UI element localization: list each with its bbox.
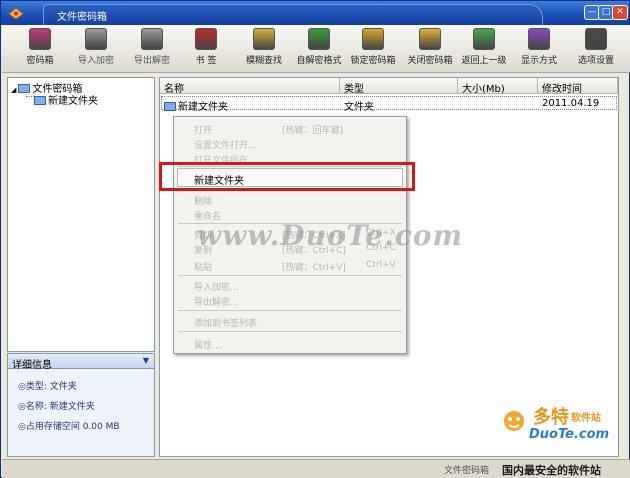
- toolbar-button-label: 密码箱: [26, 56, 54, 66]
- import-encrypt-icon: [85, 28, 107, 50]
- menu-item-hotkey: [热键：回车键]: [282, 126, 344, 136]
- title-tab: [43, 4, 543, 25]
- logo-cn: 多特: [533, 407, 569, 428]
- status-left: 文件密码箱: [444, 466, 490, 476]
- menu-item-shortcut: Ctrl+V: [366, 260, 396, 270]
- tree-connector: [26, 88, 34, 97]
- toolbar-button-label: 导入加密: [77, 56, 114, 66]
- toolbar-button-3[interactable]: 书 签: [184, 28, 228, 70]
- menu-item-1[interactable]: 设置文件打开…: [194, 138, 257, 151]
- toolbar-button-label: 关闭密码箱: [407, 56, 453, 66]
- title-bar: 文件密码箱 — □ ✕: [1, 1, 629, 25]
- menu-item-label: 导出解密…: [194, 298, 240, 308]
- column-header-type[interactable]: 类型: [340, 78, 458, 95]
- export-decrypt-icon: [141, 28, 163, 50]
- menu-item-label: 粘贴: [194, 263, 213, 273]
- toolbar-button-label: 锁定密码箱: [350, 56, 396, 66]
- toolbar-button-2[interactable]: 导出解密: [126, 28, 178, 70]
- toolbar-button-label: 自解密格式: [296, 56, 342, 66]
- bookmark-icon: [195, 28, 217, 50]
- column-header-modified[interactable]: 修改时间: [538, 78, 618, 95]
- detail-space: ◎占用存储空间 0.00 MB: [18, 422, 120, 432]
- menu-item-label: 打开: [194, 126, 213, 136]
- toolbar-button-label: 导出解密: [133, 56, 170, 66]
- menu-item-10[interactable]: 导出解密…: [194, 295, 239, 308]
- toolbar-button-10[interactable]: 选项设置: [570, 28, 622, 70]
- menu-item-4[interactable]: 删除: [194, 194, 212, 207]
- view-mode-icon: [528, 28, 550, 50]
- app-window: 文件密码箱 — □ ✕ 密码箱 导入加密 导出解密 书 签 模糊查找 自解密格式 锁定密码箱…: [0, 0, 630, 478]
- detail-type: ◎类型: 文件夹: [18, 382, 77, 392]
- menu-item-0[interactable]: 打开 [热键：回车键]: [194, 123, 343, 136]
- menu-separator: [178, 275, 402, 276]
- toolbar-button-8[interactable]: 返回上一级: [458, 28, 510, 70]
- menu-item-label: 添加到书签列表: [194, 319, 258, 329]
- logo-en: DuoTe.com: [529, 427, 610, 442]
- row-name-cell: 新建文件夹: [164, 98, 228, 113]
- details-header[interactable]: 详细信息 ▼: [7, 353, 155, 371]
- folder-icon: [164, 102, 176, 111]
- toolbar-button-0[interactable]: 密码箱: [14, 28, 66, 70]
- tree-child-label: 新建文件夹: [48, 96, 98, 107]
- search-icon: [253, 28, 275, 50]
- close-button[interactable]: ✕: [612, 5, 628, 20]
- duote-mascot-icon: [502, 409, 526, 433]
- menu-separator: [178, 310, 402, 311]
- up-level-icon: [473, 28, 495, 50]
- toolbar-button-label: 返回上一级: [461, 56, 507, 66]
- duote-logo: 多特 软件站 DuoTe.com: [499, 403, 627, 447]
- details-panel: ◎类型: 文件夹 ◎名称: 新建文件夹 ◎占用存储空间 0.00 MB: [7, 369, 155, 457]
- toolbar-button-label: 显示方式: [520, 56, 557, 66]
- vault-icon: [29, 28, 51, 50]
- menu-item-label: 导入加密…: [194, 283, 240, 293]
- self-decrypt-icon: [308, 28, 330, 50]
- toolbar-button-7[interactable]: 关闭密码箱: [402, 28, 458, 70]
- row-type: 文件夹: [344, 102, 374, 113]
- status-bar: 文件密码箱 国内最安全的软件站: [2, 459, 630, 478]
- column-header-size[interactable]: 大小(Mb): [458, 78, 538, 95]
- column-header-name[interactable]: 名称: [160, 78, 340, 95]
- toolbar-button-label: 模糊查找: [245, 56, 282, 66]
- menu-item-8[interactable]: 粘贴 [热键：Ctrl+V] Ctrl+V: [194, 260, 396, 273]
- highlight-box: [159, 162, 415, 191]
- menu-separator: [178, 331, 402, 332]
- lock-icon: [362, 28, 384, 50]
- row-modified: 2011.04.19: [542, 98, 600, 109]
- app-logo-icon: [8, 7, 24, 20]
- row-name: 新建文件夹: [178, 102, 228, 113]
- toolbar-button-6[interactable]: 锁定密码箱: [346, 28, 400, 70]
- chevron-down-icon[interactable]: ▼: [143, 356, 149, 365]
- close-vault-icon: [419, 28, 441, 50]
- watermark-text: www.DuoTe.com: [197, 219, 464, 252]
- status-right: 国内最安全的软件站: [502, 464, 601, 477]
- menu-item-11[interactable]: 添加到书签列表: [194, 316, 257, 329]
- window-title: 文件密码箱: [57, 12, 107, 23]
- menu-item-12[interactable]: 属性…: [194, 338, 221, 351]
- toolbar-button-4[interactable]: 模糊查找: [238, 28, 290, 70]
- collapse-icon[interactable]: ◢: [11, 86, 16, 94]
- menu-item-hotkey: [热键：Ctrl+V]: [282, 263, 346, 273]
- toolbar-button-1[interactable]: 导入加密: [70, 28, 122, 70]
- tree-item-new-folder[interactable]: 新建文件夹: [34, 92, 98, 107]
- folder-icon: [34, 96, 46, 105]
- toolbar-button-5[interactable]: 自解密格式: [292, 28, 346, 70]
- settings-icon: [585, 28, 607, 50]
- menu-item-9[interactable]: 导入加密…: [194, 280, 239, 293]
- menu-item-label: 删除: [194, 197, 213, 207]
- toolbar-button-label: 书 签: [195, 56, 217, 66]
- toolbar-button-label: 选项设置: [577, 56, 614, 66]
- toolbar-button-9[interactable]: 显示方式: [514, 28, 564, 70]
- folder-tree: ◢ 文件密码箱 新建文件夹: [7, 77, 155, 352]
- logo-sub: 软件站: [571, 413, 601, 424]
- right-edge: [621, 77, 629, 457]
- menu-item-label: 设置文件打开…: [194, 141, 258, 151]
- toolbar: 密码箱 导入加密 导出解密 书 签 模糊查找 自解密格式 锁定密码箱 关闭密码箱 返回上一级 显示…: [2, 25, 630, 73]
- menu-item-label: 属性…: [194, 341, 222, 351]
- detail-name: ◎名称: 新建文件夹: [18, 402, 95, 412]
